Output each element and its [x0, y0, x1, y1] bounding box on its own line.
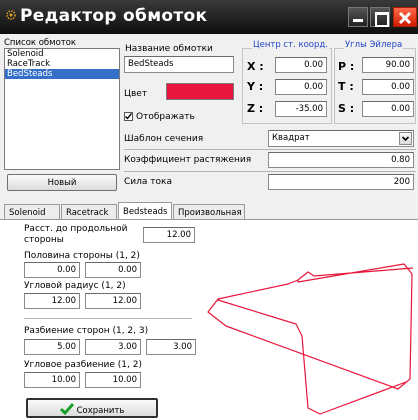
current-input[interactable]: 200: [268, 174, 414, 190]
profile-label: Шаблон сечения: [124, 134, 204, 144]
coil-name-label: Название обмотки: [125, 44, 213, 54]
list-item[interactable]: Solenoid: [5, 49, 119, 59]
euler-header: Углы Эйлера: [344, 40, 404, 50]
divider: [124, 171, 416, 172]
checkmark-icon: [59, 403, 74, 416]
tab-solenoid[interactable]: Solenoid: [4, 204, 60, 220]
stretch-input[interactable]: 0.80: [268, 152, 414, 168]
center-x-input[interactable]: 0.00: [275, 57, 327, 73]
center-y-input[interactable]: 0.00: [275, 79, 327, 95]
corner-radius-1-input[interactable]: 12.00: [24, 293, 80, 309]
show-label: Отображать: [136, 112, 195, 122]
long-side-label: Расст. до продольной стороны: [24, 224, 128, 245]
side-split-2-input[interactable]: 3.00: [85, 339, 141, 355]
p-label: P :: [338, 60, 355, 73]
corner-split-2-input[interactable]: 10.00: [85, 372, 141, 388]
color-label: Цвет: [124, 89, 148, 99]
list-item[interactable]: RaceTrack: [5, 59, 119, 69]
new-coil-button[interactable]: Новый: [7, 174, 117, 191]
half-side-label: Половина стороны (1, 2): [24, 251, 140, 261]
save-button-label: Сохранить: [76, 406, 125, 416]
half-side-2-input[interactable]: 0.00: [85, 262, 141, 278]
app-icon: [6, 10, 16, 20]
chevron-down-icon: [401, 136, 410, 142]
divider: [124, 149, 416, 150]
window-title: Редактор обмоток: [20, 6, 208, 26]
corner-split-1-input[interactable]: 10.00: [24, 372, 80, 388]
side-split-3-input[interactable]: 3.00: [146, 339, 196, 355]
coil-list[interactable]: Solenoid RaceTrack BedSteads: [4, 48, 120, 170]
corner-split-label: Угловое разбиение (1, 2): [24, 360, 142, 370]
list-item[interactable]: BedSteads: [5, 69, 119, 79]
close-button[interactable]: [393, 7, 417, 27]
euler-p-input[interactable]: 90.00: [362, 57, 414, 73]
tab-baseline: [0, 219, 418, 220]
stretch-label: Коэффициент растяжения: [124, 155, 252, 165]
x-label: X :: [247, 60, 264, 73]
euler-t-input[interactable]: 0.00: [362, 79, 414, 95]
z-label: Z :: [247, 102, 264, 115]
t-label: T :: [338, 80, 354, 93]
check-icon: [125, 113, 133, 120]
long-side-input[interactable]: 12.00: [143, 227, 195, 243]
color-swatch[interactable]: [166, 83, 234, 100]
current-label: Сила тока: [124, 177, 172, 187]
profile-select[interactable]: Квадрат: [268, 130, 414, 147]
divider: [24, 318, 192, 319]
tab-bedsteads[interactable]: Bedsteads: [118, 202, 172, 220]
title-bar[interactable]: Редактор обмоток: [0, 0, 418, 34]
half-side-1-input[interactable]: 0.00: [24, 262, 80, 278]
corner-radius-label: Угловой радиус (1, 2): [24, 281, 126, 291]
show-checkbox[interactable]: [124, 112, 133, 121]
coil-outline: [207, 263, 414, 415]
center-header: Центр ст. коорд.: [252, 40, 329, 50]
coil-preview: [207, 263, 414, 415]
close-icon: [398, 11, 412, 25]
s-label: S :: [338, 102, 355, 115]
coil-list-label: Список обмоток: [4, 38, 77, 48]
tab-arbitrary[interactable]: Произвольная: [173, 204, 245, 220]
side-split-label: Разбиение сторон (1, 2, 3): [24, 326, 149, 336]
dropdown-button[interactable]: [399, 132, 412, 145]
center-z-input[interactable]: -35.00: [275, 101, 327, 117]
euler-s-input[interactable]: 0.00: [362, 101, 414, 117]
corner-radius-2-input[interactable]: 12.00: [85, 293, 141, 309]
tab-racetrack[interactable]: Racetrack: [61, 204, 117, 220]
minimize-button[interactable]: [348, 7, 368, 27]
save-button[interactable]: Сохранить: [26, 398, 158, 418]
side-split-1-input[interactable]: 5.00: [24, 339, 80, 355]
maximize-button[interactable]: [370, 7, 390, 27]
coil-name-input[interactable]: BedSteads: [124, 56, 234, 73]
profile-value: Квадрат: [272, 133, 310, 143]
y-label: Y :: [247, 80, 264, 93]
